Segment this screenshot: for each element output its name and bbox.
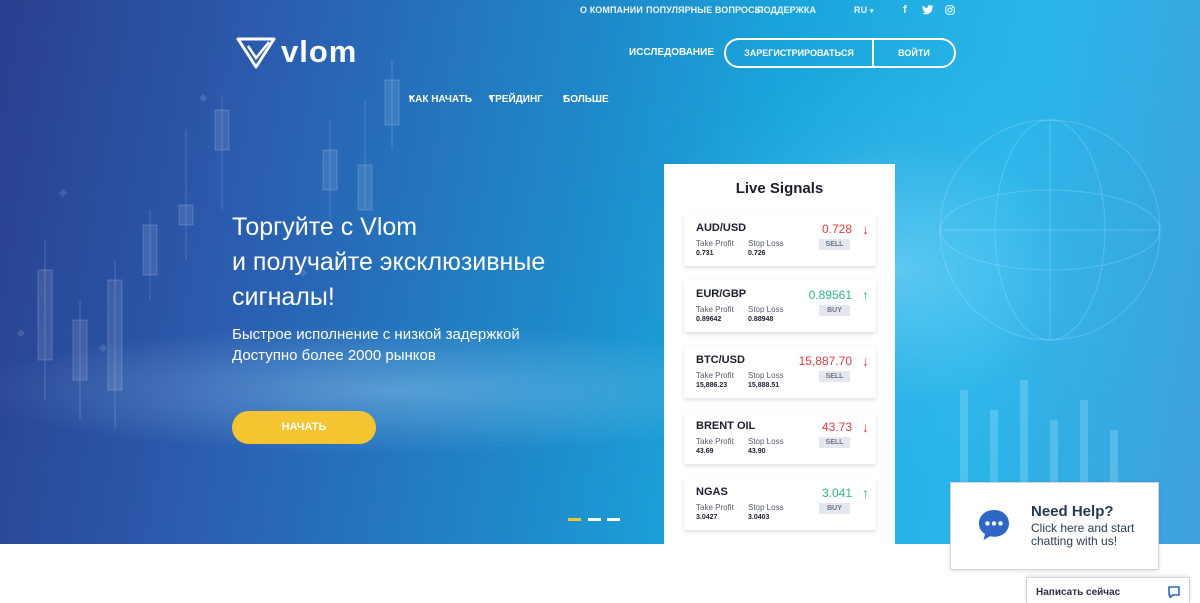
signal-price: 0.728 [821,222,852,236]
facebook-icon[interactable]: f [903,4,907,16]
signal-pair: BRENT OIL [696,420,756,432]
stop-loss-value: 0.88948 [748,316,774,323]
auth-buttons: ЗАРЕГИСТРИРОВАТЬСЯ ВОЙТИ [724,38,956,68]
stop-loss-label: Stop Loss [748,305,784,314]
signal-pair: EUR/GBP [696,288,747,300]
language-label: RU [854,5,868,15]
stop-loss-value: 15,888.51 [748,382,780,389]
signal-price: 3.041 [821,486,852,500]
hero-section: О КОМПАНИИ ПОПУЛЯРНЫЕ ВОПРОСЫ ПОДДЕРЖКА … [0,0,1200,544]
take-profit-value: 3.0427 [696,514,718,521]
stop-loss-label: Stop Loss [748,437,784,446]
nav-label: БОЛЬШЕ [563,94,609,105]
take-profit-value: 0.731 [696,250,714,257]
take-profit-value: 0.89642 [696,316,722,323]
arrow-down-icon: ↓ [862,419,869,435]
take-profit-label: Take Profit [696,503,734,512]
chat-icon [1168,586,1180,599]
logo-icon [236,37,276,69]
nav-research[interactable]: ИССЛЕДОВАНИЕ [629,47,714,58]
live-signals-panel: Live Signals AUD/USD Take Profit 0.731 S… [664,164,895,544]
top-link-faq[interactable]: ПОПУЛЯРНЫЕ ВОПРОСЫ [646,5,764,15]
subtitle-line-1: Быстрое исполнение с низкой задержкой [232,326,520,343]
instagram-icon[interactable] [945,5,955,15]
signal-card[interactable]: AUD/USD Take Profit 0.731 Stop Loss 0.72… [684,214,876,266]
signal-action-badge: BUY [819,305,850,316]
nav-label: ТРЕЙДИНГ [489,94,543,105]
subtitle-line-2: Доступно более 2000 рынков [232,347,436,364]
signal-action-badge: BUY [819,503,850,514]
signal-card[interactable]: BTC/USD Take Profit 15,886.23 Stop Loss … [684,346,876,398]
top-link-about[interactable]: О КОМПАНИИ [580,5,643,15]
chevron-down-icon: ▾ [869,8,874,15]
take-profit-label: Take Profit [696,305,734,314]
register-button[interactable]: ЗАРЕГИСТРИРОВАТЬСЯ [726,40,874,66]
help-text: Click here and start chatting with us! [1031,521,1135,548]
signal-card[interactable]: BRENT OIL Take Profit 43.69 Stop Loss 43… [684,412,876,464]
chevron-down-icon: ▾ [409,95,413,102]
headline-line-2: и получайте эксклюзивные [232,248,546,276]
signal-price: 43.73 [821,420,852,434]
chat-now-label: Написать сейчас [1036,587,1121,598]
stop-loss-value: 3.0403 [748,514,770,521]
arrow-down-icon: ↓ [862,353,869,369]
login-button[interactable]: ВОЙТИ [874,40,954,66]
take-profit-label: Take Profit [696,239,734,248]
stop-loss-value: 0.726 [748,250,766,257]
chat-bubble-icon [979,510,1009,540]
signal-card[interactable]: NGAS Take Profit 3.0427 Stop Loss 3.0403… [684,478,876,530]
slider-dot-active[interactable] [568,518,581,521]
signal-card[interactable]: EUR/GBP Take Profit 0.89642 Stop Loss 0.… [684,280,876,332]
take-profit-value: 43.69 [696,448,714,455]
signal-price: 0.89561 [808,288,852,302]
vlom-logo[interactable]: vlom [236,34,361,72]
stop-loss-label: Stop Loss [748,239,784,248]
start-button[interactable]: НАЧАТЬ [232,411,376,444]
top-link-support[interactable]: ПОДДЕРЖКА [757,5,816,15]
headline-line-1: Торгуйте с Vlom [232,213,418,241]
need-help-widget[interactable]: Need Help? Click here and start chatting… [950,482,1159,570]
hero-subtitle: Быстрое исполнение с низкой задержкой До… [232,324,612,366]
arrow-up-icon: ↑ [862,287,869,303]
signal-pair: NGAS [696,486,728,498]
stop-loss-value: 43.90 [748,448,766,455]
stop-loss-label: Stop Loss [748,503,784,512]
signals-title: Live Signals [735,180,824,197]
take-profit-label: Take Profit [696,437,734,446]
chevron-down-icon: ▾ [489,95,493,102]
signal-action-badge: SELL [819,239,850,250]
language-select[interactable]: RU ▾ [854,5,873,15]
twitter-icon[interactable] [922,5,934,15]
slider-dot[interactable] [607,518,620,521]
signal-action-badge: SELL [819,371,850,382]
take-profit-label: Take Profit [696,371,734,380]
signal-action-badge: SELL [819,437,850,448]
signal-pair: AUD/USD [696,222,747,234]
slider-dot[interactable] [588,518,601,521]
arrow-down-icon: ↓ [862,221,869,237]
hero-headline: Торгуйте с Vlom и получайте эксклюзивные… [232,210,612,315]
arrow-up-icon: ↑ [862,485,869,501]
help-title: Need Help? [1031,503,1114,520]
signal-price: 15,887.70 [798,354,852,368]
stop-loss-label: Stop Loss [748,371,784,380]
logo-text: vlom [281,34,358,69]
headline-line-3: сигналы! [232,283,335,311]
signal-pair: BTC/USD [696,354,745,366]
chevron-down-icon: ▾ [563,95,567,102]
take-profit-value: 15,886.23 [696,382,728,389]
chat-now-bar[interactable]: Написать сейчас [1026,577,1190,603]
nav-label: КАК НАЧАТЬ [409,94,472,105]
